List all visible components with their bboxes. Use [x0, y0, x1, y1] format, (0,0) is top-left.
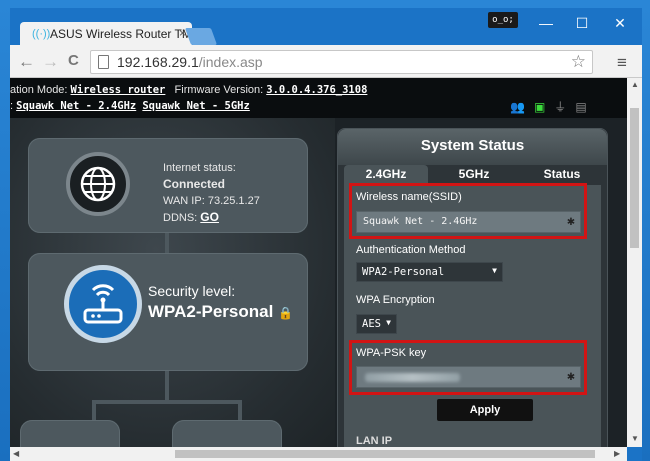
- security-level-label: Security level:: [148, 283, 236, 299]
- encryption-value: AES: [362, 318, 381, 330]
- scroll-up-icon[interactable]: ▲: [631, 80, 639, 89]
- dropdown-arrow-icon: ▼: [386, 318, 391, 327]
- panel-body: Wireless name(SSID) Squawk Net - 2.4GHz …: [344, 183, 601, 447]
- vertical-scrollbar[interactable]: ▲ ▼: [627, 78, 642, 447]
- security-info: Security level: WPA2-Personal 🔒: [148, 283, 293, 322]
- highlight-ssid: [349, 183, 587, 239]
- title-bar: ((·)) ASUS Wireless Router TM × o_o; — ☐…: [10, 8, 642, 46]
- wan-ip-label: WAN IP:: [163, 195, 205, 207]
- globe-icon: [66, 152, 130, 216]
- scroll-left-icon[interactable]: ◀: [13, 449, 19, 458]
- dropdown-arrow-icon: ▼: [492, 266, 497, 275]
- panel-title: System Status: [338, 129, 607, 165]
- security-level-value: WPA2-Personal: [148, 302, 274, 321]
- connector-line: [165, 368, 169, 402]
- tab-24ghz[interactable]: 2.4GHz: [344, 165, 428, 185]
- system-status-panel: System Status 2.4GHz 5GHz Status Wireles…: [337, 128, 608, 447]
- highlight-psk: [349, 340, 587, 395]
- browser-menu-button[interactable]: ≡: [617, 53, 627, 73]
- tab-title: ASUS Wireless Router TM: [50, 27, 192, 41]
- page-viewport: ation Mode: Wireless router Firmware Ver…: [10, 78, 627, 447]
- ssid-24-link[interactable]: Squawk Net - 2.4GHz: [16, 100, 136, 112]
- lock-icon: 🔒: [278, 306, 294, 320]
- reload-button[interactable]: C: [68, 52, 79, 69]
- auth-value: WPA2-Personal: [362, 266, 445, 278]
- maximize-button[interactable]: ☐: [562, 12, 602, 34]
- network-icon[interactable]: ▣: [534, 100, 545, 114]
- internet-status-value: Connected: [163, 177, 226, 191]
- usb-card[interactable]: [172, 420, 282, 447]
- ddns-label: DDNS:: [163, 212, 198, 224]
- network-map: Internet status: Connected WAN IP: 73.25…: [10, 118, 335, 447]
- bookmark-star-icon[interactable]: ☆: [571, 52, 586, 72]
- router-header: ation Mode: Wireless router Firmware Ver…: [10, 78, 627, 118]
- profile-badge[interactable]: o_o;: [488, 12, 518, 28]
- header-icons: 👥 ▣ ⏚ ▤: [510, 98, 596, 115]
- router-card[interactable]: Security level: WPA2-Personal 🔒: [28, 253, 308, 371]
- url-host: 192.168.29.1: [117, 54, 199, 70]
- minimize-button[interactable]: —: [526, 12, 566, 34]
- scroll-down-icon[interactable]: ▼: [631, 434, 639, 443]
- page-icon: [98, 55, 109, 69]
- panel-tabs: 2.4GHz 5GHz Status: [344, 165, 601, 185]
- url-path: /index.asp: [198, 54, 263, 70]
- ddns-go-link[interactable]: GO: [200, 210, 219, 224]
- auth-label: Authentication Method: [356, 244, 466, 256]
- browser-toolbar: ← → C 192.168.29.1/index.asp ☆ ≡: [10, 45, 642, 78]
- vertical-scroll-thumb[interactable]: [630, 108, 639, 248]
- scroll-right-icon[interactable]: ▶: [614, 449, 620, 458]
- wifi-icon: ((·)): [32, 28, 51, 40]
- op-mode-link[interactable]: Wireless router: [71, 84, 166, 96]
- clients-icon[interactable]: 👥: [510, 100, 525, 114]
- ssid-5-link[interactable]: Squawk Net - 5GHz: [142, 100, 249, 112]
- encryption-label: WPA Encryption: [356, 294, 435, 306]
- connector-line: [92, 400, 242, 404]
- auth-select[interactable]: WPA2-Personal ▼: [356, 262, 503, 282]
- printer-icon[interactable]: ▤: [575, 100, 586, 114]
- connector-line: [238, 400, 242, 420]
- tab-5ghz[interactable]: 5GHz: [432, 165, 516, 185]
- horizontal-scrollbar[interactable]: ◀ ▶: [10, 447, 627, 461]
- internet-status-label: Internet status:: [163, 162, 236, 174]
- ssid-prefix: :: [10, 100, 14, 112]
- connector-line: [92, 400, 96, 420]
- usb-icon[interactable]: ⏚: [554, 100, 566, 114]
- internet-card[interactable]: Internet status: Connected WAN IP: 73.25…: [28, 138, 308, 233]
- internet-info: Internet status: Connected WAN IP: 73.25…: [163, 160, 260, 226]
- back-button[interactable]: ←: [18, 52, 35, 72]
- browser-tab[interactable]: ((·)) ASUS Wireless Router TM ×: [20, 22, 192, 46]
- address-bar[interactable]: 192.168.29.1/index.asp ☆: [90, 50, 593, 74]
- encryption-select[interactable]: AES ▼: [356, 314, 397, 334]
- new-tab-button[interactable]: [184, 28, 218, 45]
- wan-ip-value: 73.25.1.27: [207, 195, 260, 207]
- apply-button[interactable]: Apply: [437, 399, 533, 421]
- client-card[interactable]: [20, 420, 120, 447]
- router-icon: [64, 265, 142, 343]
- op-mode-label: ation Mode:: [10, 84, 68, 96]
- lan-ip-label: LAN IP: [356, 435, 393, 447]
- tab-status[interactable]: Status: [520, 165, 604, 185]
- firmware-label: Firmware Version:: [174, 84, 264, 96]
- forward-button[interactable]: →: [42, 52, 59, 72]
- browser-window: ((·)) ASUS Wireless Router TM × o_o; — ☐…: [10, 8, 642, 461]
- close-window-button[interactable]: ✕: [600, 12, 640, 34]
- firmware-link[interactable]: 3.0.0.4.376_3108: [266, 84, 367, 96]
- horizontal-scroll-thumb[interactable]: [175, 450, 595, 458]
